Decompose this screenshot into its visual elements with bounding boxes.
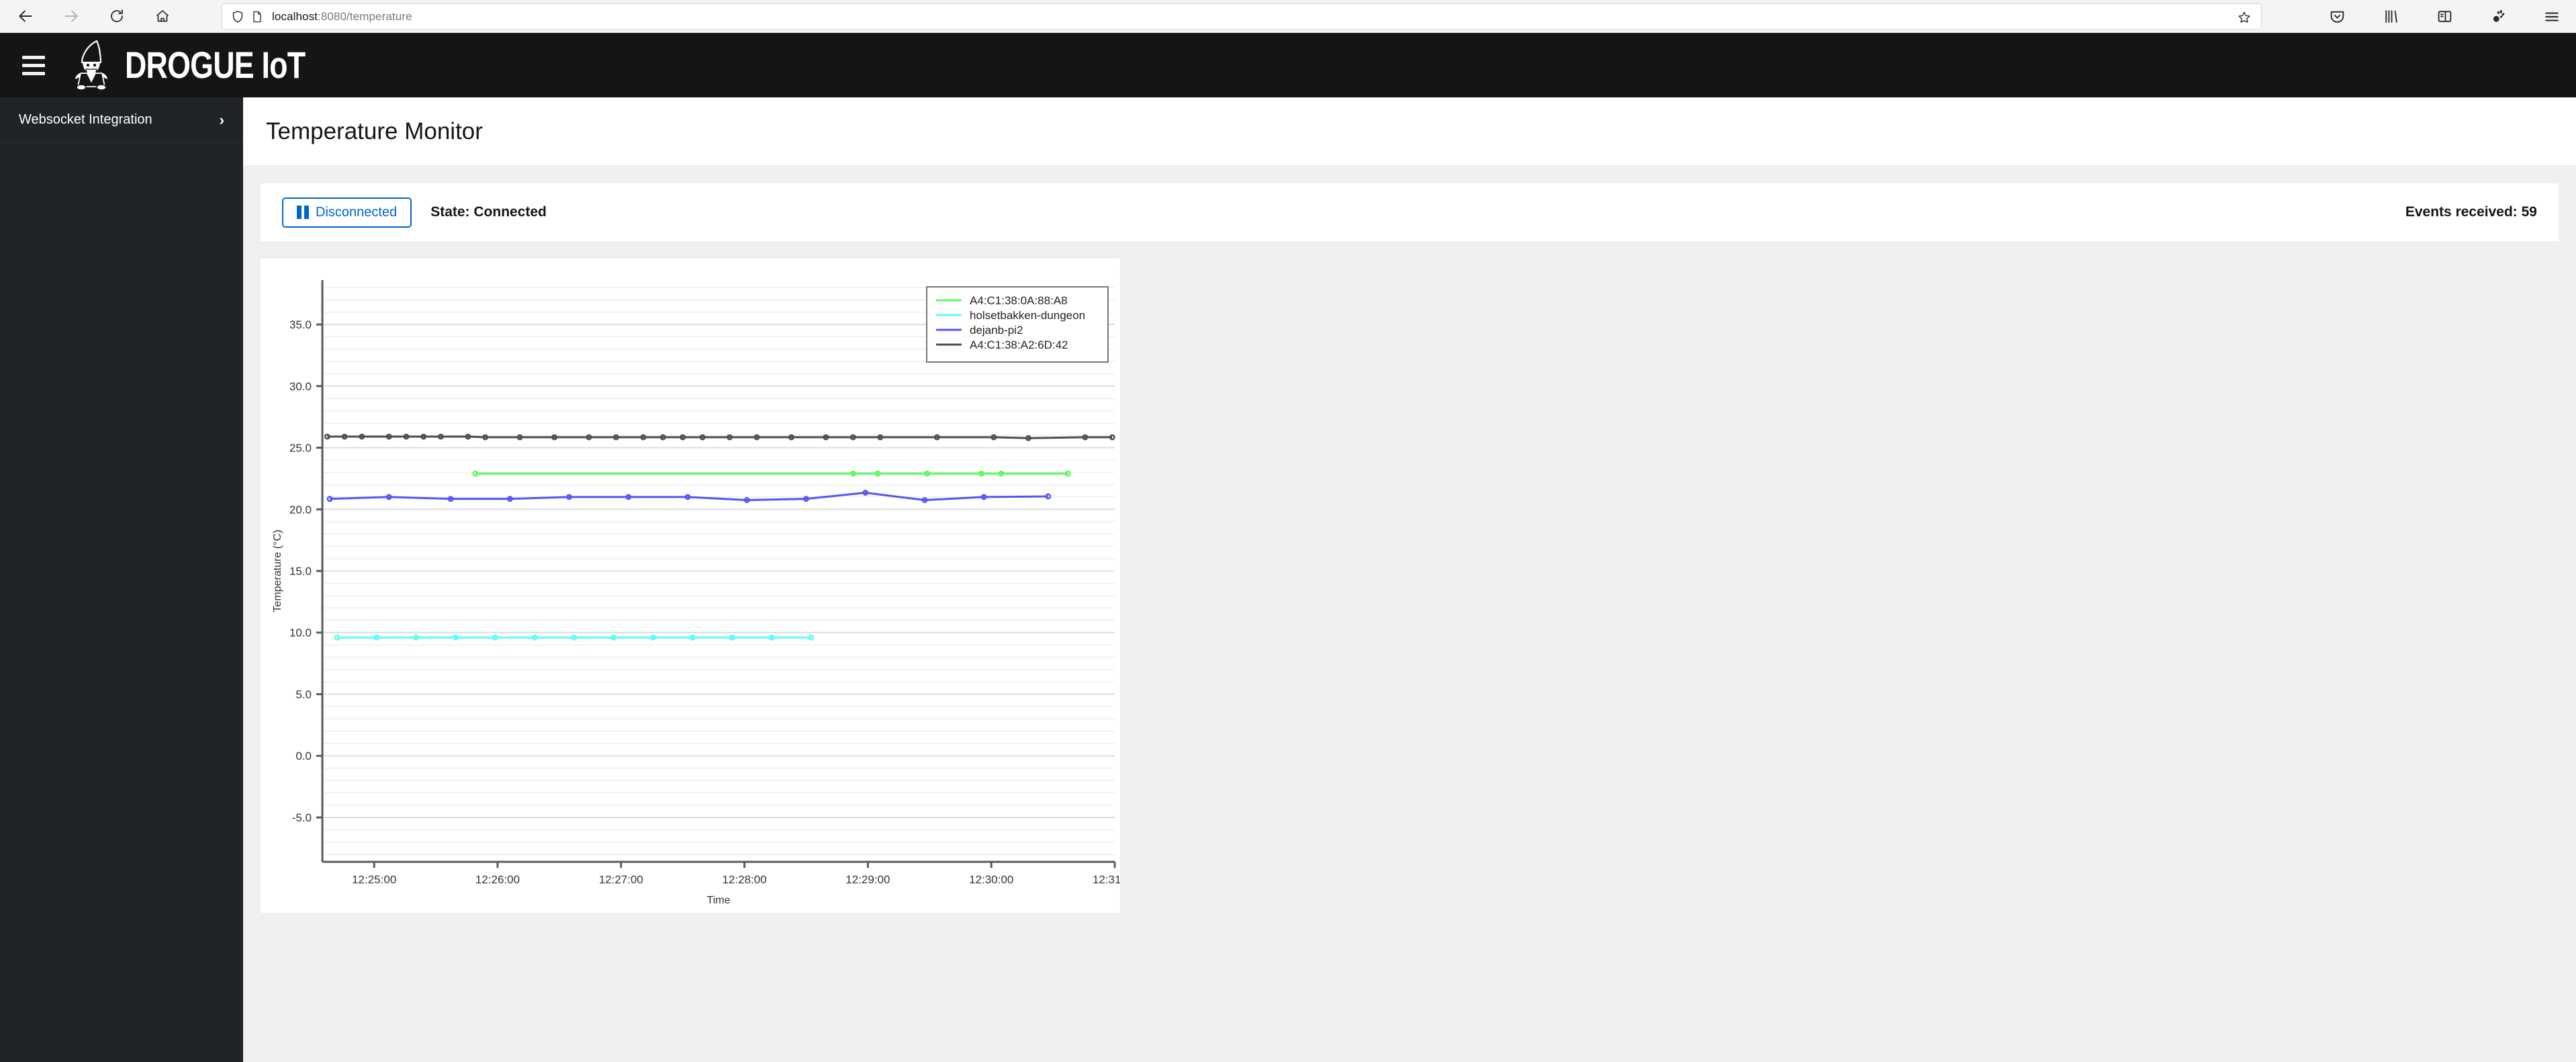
sidebar-item-label: Websocket Integration	[19, 112, 152, 127]
home-icon	[154, 8, 171, 24]
svg-text:Temperature (°C): Temperature (°C)	[272, 530, 283, 613]
star-icon[interactable]	[2237, 10, 2252, 28]
page-header: Temperature Monitor	[243, 97, 2576, 166]
browser-toolbar-right	[2324, 0, 2565, 33]
gnome-icon[interactable]	[2485, 3, 2512, 30]
page-title: Temperature Monitor	[266, 118, 483, 144]
svg-text:20.0: 20.0	[289, 503, 312, 516]
home-button[interactable]	[146, 3, 179, 30]
url-text: localhost:8080/temperature	[272, 10, 412, 24]
svg-text:12:31:00: 12:31:00	[1093, 873, 1120, 886]
library-icon[interactable]	[2377, 3, 2404, 30]
svg-text:12:26:00: 12:26:00	[475, 873, 520, 886]
hamburger-menu-icon[interactable]	[15, 46, 52, 84]
drogue-gnome-logo-icon	[70, 40, 117, 91]
browser-nav-buttons	[9, 3, 179, 30]
reload-icon	[109, 8, 125, 24]
disconnect-button[interactable]: Disconnected	[282, 197, 412, 228]
svg-text:dejanb-pi2: dejanb-pi2	[970, 324, 1023, 337]
svg-text:12:29:00: 12:29:00	[845, 873, 890, 886]
back-arrow-icon	[17, 7, 34, 25]
url-path: :8080/temperature	[318, 9, 412, 23]
forward-arrow-icon	[62, 7, 80, 25]
events-received-counter: Events received: 59	[2405, 204, 2537, 220]
app-menu-icon[interactable]	[2538, 3, 2565, 30]
app-masthead: DROGUE IoT	[0, 33, 2576, 97]
sidebar-item-websocket-integration[interactable]: Websocket Integration ›	[0, 97, 243, 143]
svg-text:25.0: 25.0	[289, 442, 312, 455]
svg-text:10.0: 10.0	[289, 627, 312, 639]
svg-text:12:27:00: 12:27:00	[599, 873, 643, 886]
url-host: localhost	[272, 9, 318, 23]
svg-text:-5.0: -5.0	[292, 811, 312, 824]
disconnect-button-label: Disconnected	[316, 204, 398, 220]
svg-text:15.0: 15.0	[289, 565, 312, 578]
svg-text:12:25:00: 12:25:00	[352, 873, 396, 886]
svg-text:30.0: 30.0	[289, 380, 312, 393]
svg-text:0.0: 0.0	[295, 750, 312, 762]
page-icon	[250, 10, 264, 24]
main-content: Temperature Monitor Disconnected State: …	[243, 97, 2576, 1062]
reload-button[interactable]	[101, 3, 133, 30]
connection-state-text: State: Connected	[430, 204, 547, 220]
brand-logo[interactable]: DROGUE IoT	[70, 40, 350, 91]
back-button[interactable]	[9, 3, 42, 30]
browser-toolbar: localhost:8080/temperature	[0, 0, 2576, 33]
temperature-chart[interactable]: -5.0 0.0 5.0 10.0 15.0 20.0 25.0 30.0 35.0 12:25:…	[261, 259, 1120, 913]
svg-text:A4:C1:38:A2:6D:42: A4:C1:38:A2:6D:42	[970, 339, 1068, 351]
svg-text:35.0: 35.0	[289, 318, 312, 331]
connection-toolbar: Disconnected State: Connected Events rec…	[261, 183, 2559, 241]
sidebar-icon[interactable]	[2431, 3, 2458, 30]
temperature-chart-card: -5.0 0.0 5.0 10.0 15.0 20.0 25.0 30.0 35.0 12:25:…	[261, 259, 1120, 913]
forward-button[interactable]	[55, 3, 87, 30]
brand-title: DROGUE IoT	[125, 44, 306, 86]
pocket-icon[interactable]	[2324, 3, 2350, 30]
address-bar[interactable]: localhost:8080/temperature	[222, 3, 2262, 30]
svg-text:5.0: 5.0	[295, 688, 312, 701]
chevron-right-icon: ›	[219, 111, 224, 128]
svg-text:Time: Time	[707, 895, 731, 906]
svg-text:12:30:00: 12:30:00	[969, 873, 1013, 886]
shield-icon	[230, 9, 245, 24]
pause-icon	[297, 206, 309, 219]
svg-text:holsetbakken-dungeon: holsetbakken-dungeon	[970, 309, 1085, 322]
svg-text:A4:C1:38:0A:88:A8: A4:C1:38:0A:88:A8	[970, 294, 1068, 307]
svg-text:12:28:00: 12:28:00	[723, 873, 767, 886]
sidebar: Websocket Integration ›	[0, 97, 243, 1062]
